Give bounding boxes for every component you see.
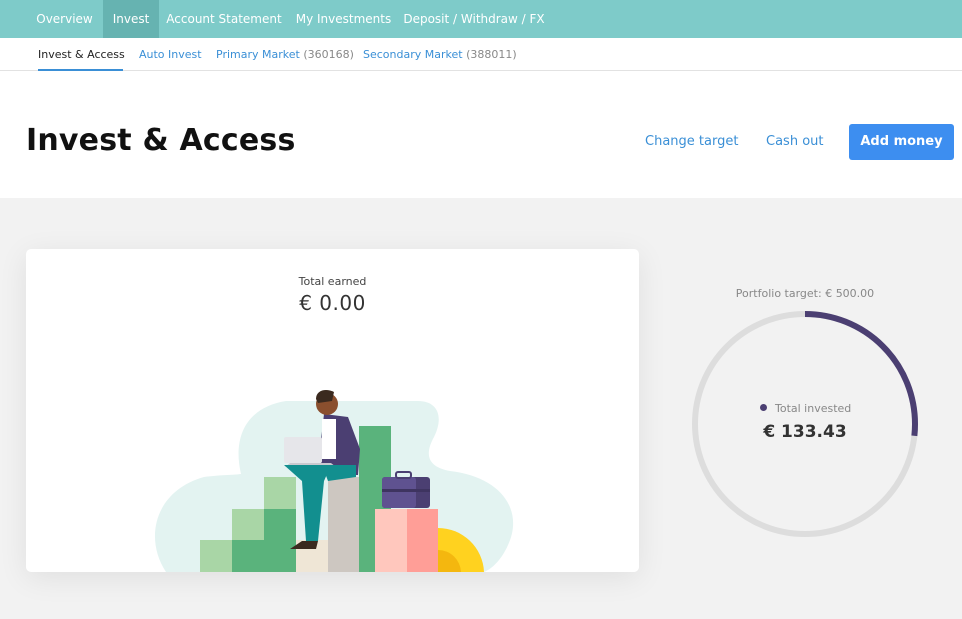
sub-nav: Invest & Access Auto Invest Primary Mark… xyxy=(0,38,962,71)
total-invested-text: Total invested xyxy=(775,402,852,415)
total-earned-value: € 0.00 xyxy=(299,291,366,315)
total-earned-label: Total earned xyxy=(298,275,367,288)
portfolio-target-label: Portfolio target: € 500.00 xyxy=(735,287,875,300)
subnav-invest-access[interactable]: Invest & Access xyxy=(38,38,125,71)
nav-invest[interactable]: Invest xyxy=(103,0,159,38)
nav-account-statement[interactable]: Account Statement xyxy=(161,0,287,38)
cash-out-button[interactable]: Cash out xyxy=(766,134,823,149)
subnav-secondary-market-label: Secondary Market xyxy=(363,48,463,61)
legend-dot-icon xyxy=(760,404,767,411)
subnav-auto-invest-label: Auto Invest xyxy=(139,48,202,61)
secondary-market-count: (388011) xyxy=(466,48,517,61)
subnav-primary-market-label: Primary Market xyxy=(216,48,300,61)
top-nav: Overview Invest Account Statement My Inv… xyxy=(0,0,962,38)
subnav-invest-access-label: Invest & Access xyxy=(38,48,125,61)
subnav-auto-invest[interactable]: Auto Invest xyxy=(139,38,202,71)
total-earned-card: Total earned € 0.00 xyxy=(26,249,639,572)
subnav-primary-market[interactable]: Primary Market (360168) xyxy=(216,38,354,71)
page-title: Invest & Access xyxy=(26,123,296,158)
nav-deposit-withdraw-fx[interactable]: Deposit / Withdraw / FX xyxy=(400,0,548,38)
total-invested-label: Total invested xyxy=(760,402,851,415)
page-header: Invest & Access Change target Cash out A… xyxy=(0,71,962,198)
total-invested-value: € 133.43 xyxy=(763,422,847,442)
nav-overview[interactable]: Overview xyxy=(26,0,103,38)
primary-market-count: (360168) xyxy=(303,48,354,61)
add-money-button[interactable]: Add money xyxy=(849,124,954,160)
nav-my-investments[interactable]: My Investments xyxy=(292,0,395,38)
change-target-button[interactable]: Change target xyxy=(645,134,738,149)
subnav-secondary-market[interactable]: Secondary Market (388011) xyxy=(363,38,517,71)
